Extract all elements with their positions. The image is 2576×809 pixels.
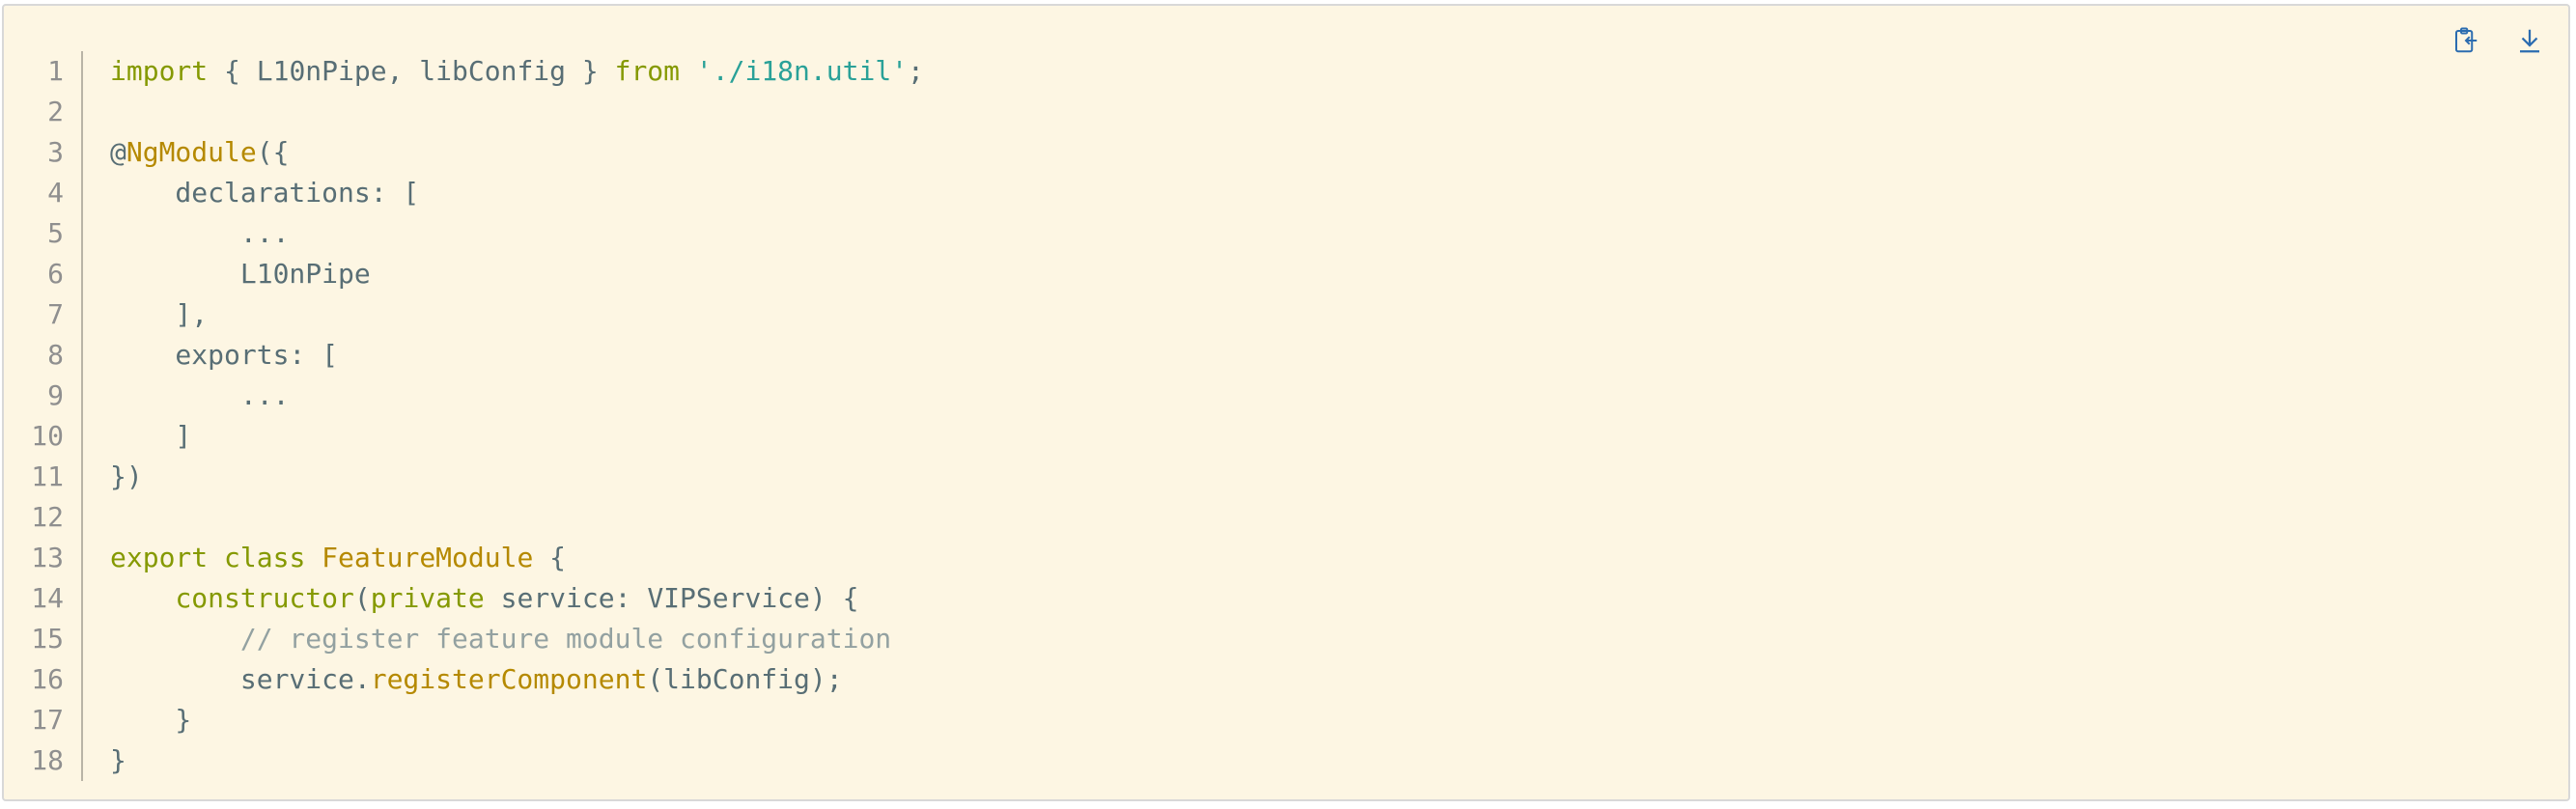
line-number: 1: [47, 55, 64, 87]
code-token: ...: [110, 217, 290, 249]
code-token: @: [110, 136, 126, 168]
code-token: registerComponent: [370, 663, 648, 695]
line-number: 4: [47, 177, 64, 209]
code-token: (libConfig);: [647, 663, 843, 695]
code-line: }: [110, 700, 2549, 740]
line-number: 10: [31, 420, 64, 452]
code-line: declarations: [: [110, 173, 2549, 213]
code-token: from: [614, 55, 681, 87]
code-token: class: [224, 542, 306, 573]
line-number: 18: [31, 744, 64, 776]
code-token: ...: [110, 379, 290, 411]
code-token: ]: [110, 420, 192, 452]
code-line: constructor(private service: VIPService)…: [110, 578, 2549, 619]
line-number: 9: [47, 379, 64, 411]
code-token: export: [110, 542, 209, 573]
line-number: 17: [31, 704, 64, 736]
line-number: 5: [47, 217, 64, 249]
code-line: exports: [: [110, 335, 2549, 376]
code-line: import { L10nPipe, libConfig } from './i…: [110, 51, 2549, 92]
line-number: 12: [31, 501, 64, 533]
code-token: }: [110, 704, 192, 736]
line-number: 16: [31, 663, 64, 695]
code-line: ]: [110, 416, 2549, 457]
code-lines[interactable]: import { L10nPipe, libConfig } from './i…: [110, 51, 2549, 781]
line-number: 14: [31, 582, 64, 614]
code-token: // register feature module configuration: [239, 623, 892, 655]
line-number: 3: [47, 136, 64, 168]
code-token: NgModule: [126, 136, 257, 168]
line-number-gutter: 1 2 3 4 5 6 7 8 9 10 11 12 13 14 15 16 17 18: [4, 51, 83, 781]
code-token: {: [533, 542, 567, 573]
code-token: { L10nPipe, libConfig }: [208, 55, 615, 87]
code-token: }: [110, 744, 126, 776]
code-token: ],: [110, 298, 209, 330]
code-line: ​: [110, 497, 2549, 538]
line-number: 11: [31, 460, 64, 492]
code-token: private: [370, 582, 485, 614]
line-number: 7: [47, 298, 64, 330]
code-line: export class FeatureModule {: [110, 538, 2549, 578]
code-token: service.: [110, 663, 371, 695]
code-token: (: [353, 582, 371, 614]
line-number: 8: [47, 339, 64, 371]
code-token: L10nPipe: [110, 258, 371, 290]
code-line: ],: [110, 294, 2549, 335]
line-number: 15: [31, 623, 64, 655]
code-token: constructor: [175, 582, 354, 614]
code-token: ({: [256, 136, 290, 168]
code-line: @NgModule({: [110, 132, 2549, 173]
code-token: declarations: [: [110, 177, 420, 209]
code-line: ...: [110, 376, 2549, 416]
code-line: }: [110, 740, 2549, 781]
line-number: 2: [47, 96, 64, 127]
code-token: FeatureModule: [322, 542, 534, 573]
code-line: L10nPipe: [110, 254, 2549, 294]
line-number: 13: [31, 542, 64, 573]
code-line: service.registerComponent(libConfig);: [110, 659, 2549, 700]
code-token: import: [110, 55, 209, 87]
code-block: 1 2 3 4 5 6 7 8 9 10 11 12 13 14 15 16 17 18 import { L10…: [2, 4, 2570, 801]
code-line: ​: [110, 92, 2549, 132]
code-token: ;: [908, 55, 924, 87]
code-token: service: VIPService) {: [484, 582, 859, 614]
code-token: }): [110, 460, 143, 492]
code-line: // register feature module configuration: [110, 619, 2549, 659]
code-line: }): [110, 457, 2549, 497]
line-number: 6: [47, 258, 64, 290]
code-token: exports: [: [110, 339, 339, 371]
code-line: ...: [110, 213, 2549, 254]
code-token: './i18n.util': [695, 55, 909, 87]
